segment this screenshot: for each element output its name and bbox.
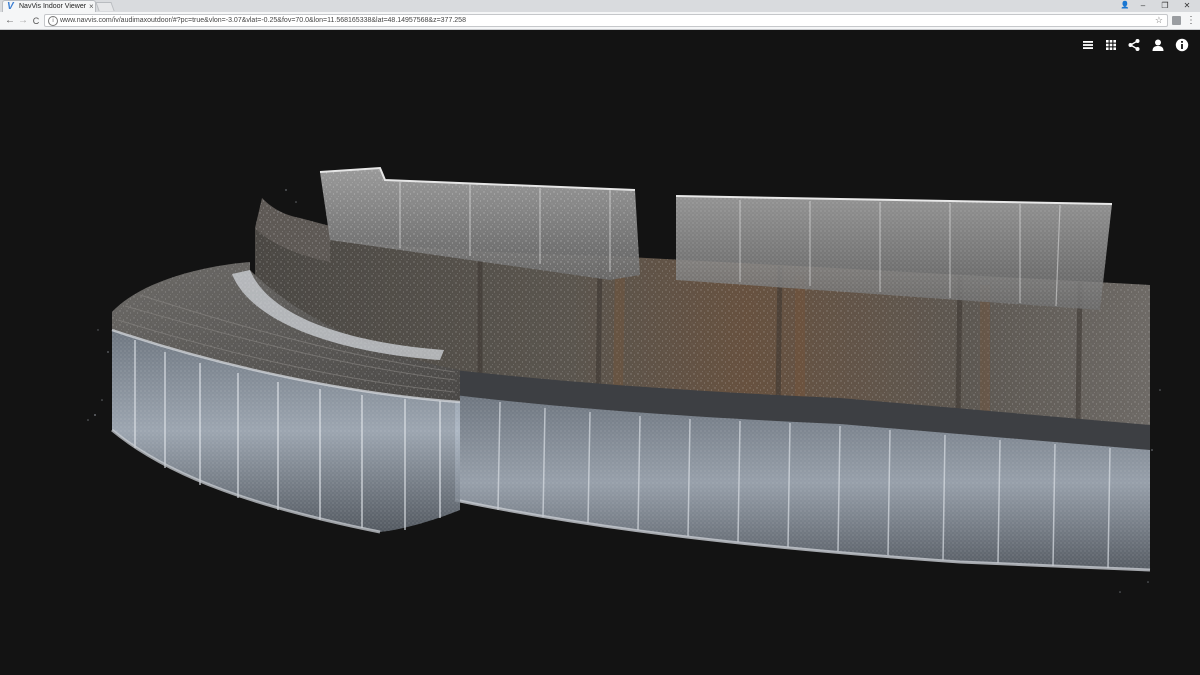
- profile-icon[interactable]: 👤: [1116, 0, 1134, 12]
- new-tab-button[interactable]: [95, 2, 115, 11]
- bookmark-star-icon[interactable]: ☆: [1155, 15, 1163, 26]
- browser-menu-icon[interactable]: ⋮: [1186, 12, 1196, 30]
- site-info-icon[interactable]: i: [48, 16, 58, 26]
- browser-tab[interactable]: V NavVis Indoor Viewer ×: [2, 0, 96, 12]
- browser-window: V NavVis Indoor Viewer × 👤 – ❐ ✕ ← → C i…: [0, 0, 1200, 675]
- back-button[interactable]: ←: [4, 12, 16, 30]
- share-icon[interactable]: [1127, 38, 1141, 52]
- user-icon[interactable]: [1151, 38, 1165, 52]
- address-bar[interactable]: i www.navvis.com/iv/audimaxoutdoor/#?pc=…: [44, 14, 1168, 27]
- restore-button[interactable]: ❐: [1156, 0, 1174, 12]
- browser-toolbar: ← → C i www.navvis.com/iv/audimaxoutdoor…: [0, 12, 1200, 30]
- forward-button[interactable]: →: [17, 12, 29, 30]
- point-cloud-viewport[interactable]: [0, 30, 1200, 675]
- tab-strip: V NavVis Indoor Viewer × 👤 – ❐ ✕: [0, 0, 1200, 12]
- close-window-button[interactable]: ✕: [1178, 0, 1196, 12]
- info-icon[interactable]: [1175, 38, 1189, 52]
- grid-icon[interactable]: [1104, 38, 1118, 52]
- url-text[interactable]: www.navvis.com/iv/audimaxoutdoor/#?pc=tr…: [60, 15, 466, 26]
- point-cloud-render[interactable]: [0, 30, 1200, 675]
- reload-button[interactable]: C: [30, 12, 42, 30]
- extension-icon[interactable]: [1172, 16, 1181, 25]
- minimize-button[interactable]: –: [1134, 0, 1152, 12]
- list-icon[interactable]: [1081, 38, 1095, 52]
